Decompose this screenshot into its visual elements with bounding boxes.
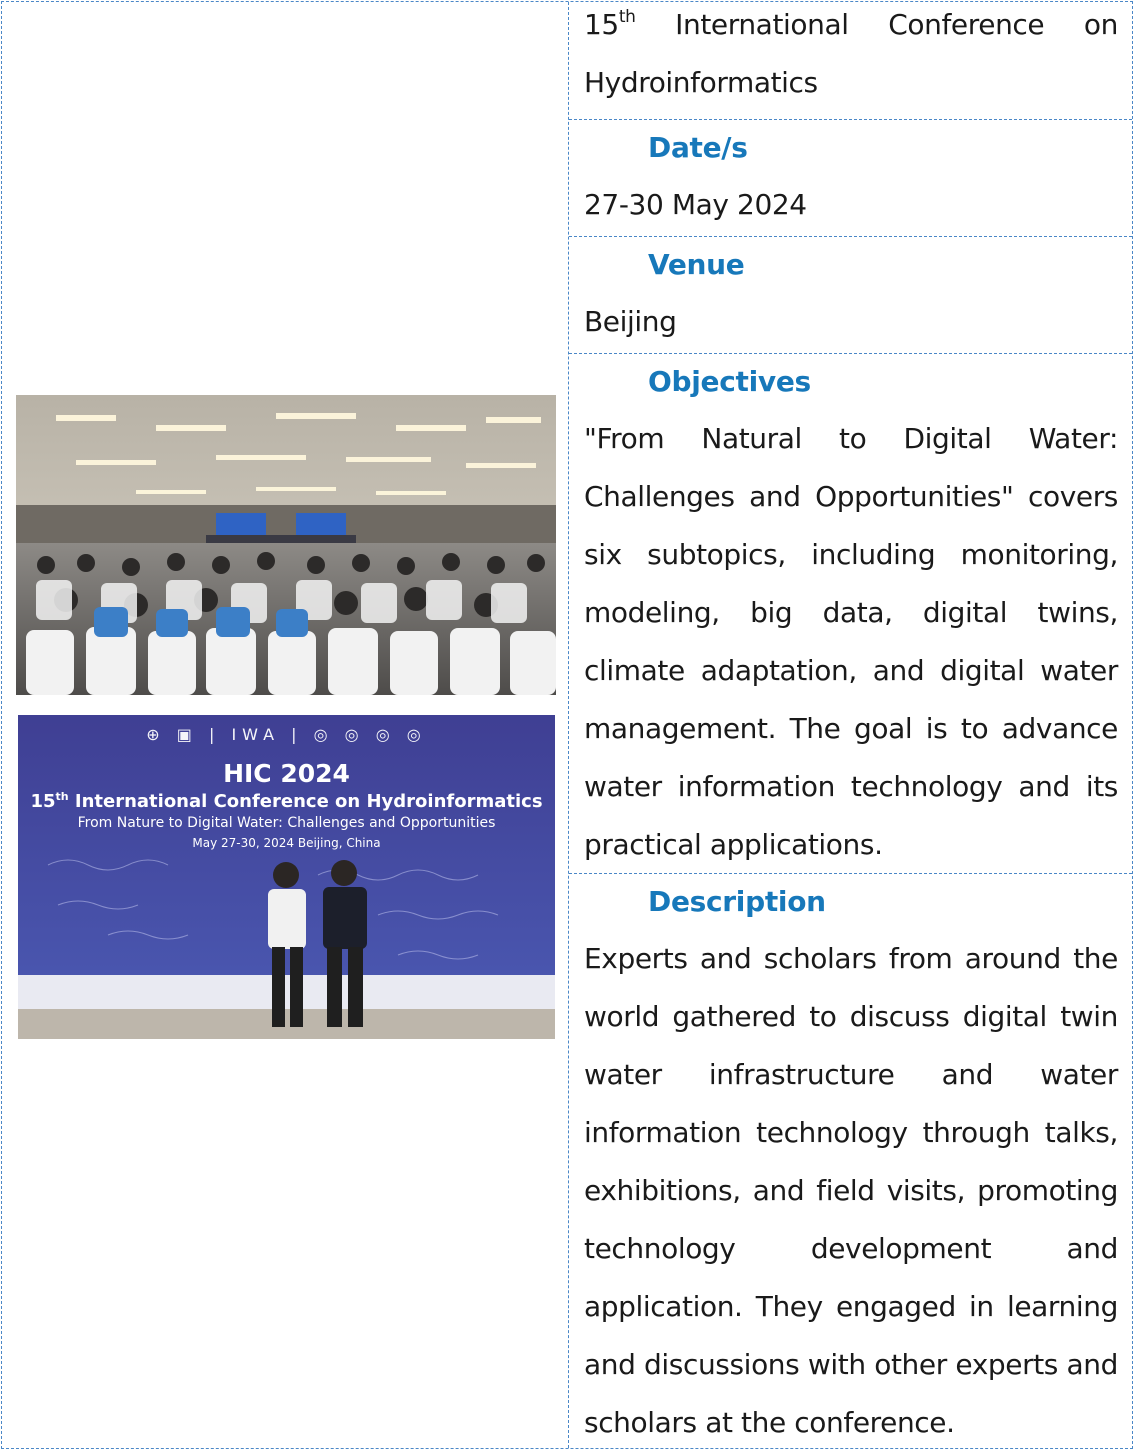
description-text: Experts and scholars from around the wor… (584, 942, 1118, 1439)
conference-table: ⊕ ▣ | IWA | ◎ ◎ ◎ ◎ HIC 2024 15th Intern… (1, 1, 1133, 1449)
banner-date: May 27-30, 2024 Beijing, China (192, 836, 381, 850)
banner-logos: ⊕ ▣ | IWA | ◎ ◎ ◎ ◎ (146, 725, 427, 744)
banner-title: HIC 2024 (223, 759, 350, 788)
venue-heading: Venue (648, 248, 745, 281)
description-heading: Description (648, 885, 826, 918)
conference-title-line2: Hydroinformatics (584, 66, 818, 99)
info-cell: 15th International Conference on Hydroin… (569, 2, 1132, 1448)
dates-value: 27-30 May 2024 (584, 188, 807, 221)
objectives-text: "From Natural to Digital Water: Challeng… (584, 422, 1118, 861)
banner-theme: From Nature to Digital Water: Challenges… (77, 815, 496, 831)
venue-value: Beijing (584, 305, 677, 338)
venue-section: Venue Beijing (569, 236, 1132, 351)
conference-banner-photo: ⊕ ▣ | IWA | ◎ ◎ ◎ ◎ HIC 2024 15th Intern… (18, 715, 555, 1039)
conference-hall-photo (16, 395, 556, 695)
banner-conference-name: 15th International Conference on Hydroin… (30, 790, 543, 812)
objectives-section: Objectives "From Natural to Digital Wate… (569, 353, 1132, 874)
objectives-heading: Objectives (648, 365, 811, 398)
conference-title: 15th International Conference on Hydroin… (569, 0, 1132, 112)
description-section: Description Experts and scholars from ar… (569, 873, 1132, 1452)
photo-cell: ⊕ ▣ | IWA | ◎ ◎ ◎ ◎ HIC 2024 15th Intern… (2, 2, 569, 1448)
dates-section: Date/s 27-30 May 2024 (569, 119, 1132, 234)
dates-heading: Date/s (648, 131, 748, 164)
